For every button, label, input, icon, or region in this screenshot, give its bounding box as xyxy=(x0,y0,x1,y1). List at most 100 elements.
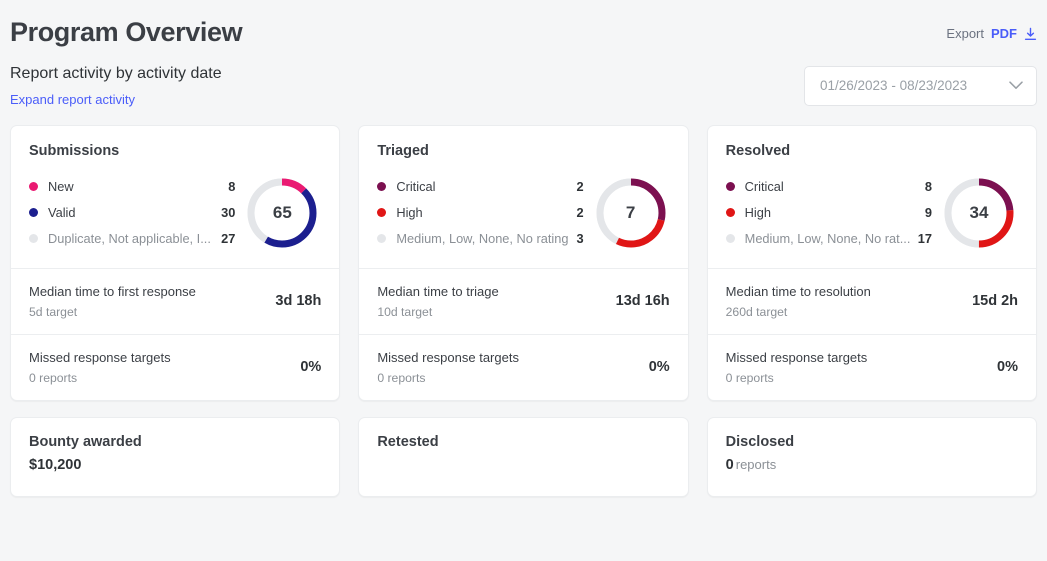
legend: Critical 2 High 2 Medium, Low, None, No … xyxy=(377,174,591,252)
legend-dot-icon xyxy=(377,182,386,191)
metric-text-group: Missed response targets 0 reports xyxy=(29,349,171,385)
metric-sublabel: 0 reports xyxy=(377,371,519,385)
donut-total: 65 xyxy=(243,174,321,252)
metric-text-group: Missed response targets 0 reports xyxy=(726,349,868,385)
legend-value: 8 xyxy=(228,179,235,194)
summary-card: Resolved Critical 8 High 9 Medium, Low, … xyxy=(707,125,1037,401)
metric-value: 0% xyxy=(987,359,1018,375)
legend-label: Duplicate, Not applicable, I... xyxy=(48,231,215,246)
bottom-card: Retested xyxy=(358,417,688,497)
metric-row: Median time to resolution 260d target 15… xyxy=(708,269,1036,335)
donut-total: 34 xyxy=(940,174,1018,252)
legend-dot-icon xyxy=(726,182,735,191)
bottom-cards-row: Bounty awarded $10,200 Retested Disclose… xyxy=(10,417,1037,497)
bottom-card-unit: reports xyxy=(736,457,776,472)
legend-dot-icon xyxy=(726,234,735,243)
export-pdf-link[interactable]: PDF xyxy=(991,26,1017,41)
legend-row: Medium, Low, None, No rating 3 xyxy=(377,226,583,252)
summary-card: Triaged Critical 2 High 2 Medium, Low, N… xyxy=(358,125,688,401)
legend-value: 30 xyxy=(221,205,235,220)
legend-row: High 2 xyxy=(377,200,583,226)
legend-row: Medium, Low, None, No rat... 17 xyxy=(726,226,932,252)
legend-dot-icon xyxy=(29,208,38,217)
legend-value: 27 xyxy=(221,231,235,246)
metric-label: Missed response targets xyxy=(726,349,868,368)
legend-label: High xyxy=(745,205,919,220)
bottom-card-value-row: 0reports xyxy=(726,457,1018,473)
legend-dot-icon xyxy=(726,208,735,217)
card-summary-body: Critical 2 High 2 Medium, Low, None, No … xyxy=(377,174,669,252)
card-title: Submissions xyxy=(29,143,321,159)
card-summary-body: Critical 8 High 9 Medium, Low, None, No … xyxy=(726,174,1018,252)
metric-value: 13d 16h xyxy=(606,293,670,309)
metric-sublabel: 0 reports xyxy=(29,371,171,385)
metric-label: Median time to triage xyxy=(377,283,498,302)
expand-report-activity-link[interactable]: Expand report activity xyxy=(10,92,135,107)
date-range-select[interactable]: 01/26/2023 - 08/23/2023 xyxy=(804,66,1037,106)
report-activity-subtitle: Report activity by activity date xyxy=(10,64,222,83)
legend-label: New xyxy=(48,179,222,194)
bottom-card: Bounty awarded $10,200 xyxy=(10,417,340,497)
legend-label: Medium, Low, None, No rating xyxy=(396,231,570,246)
bottom-card-value-row: $10,200 xyxy=(29,457,321,473)
metric-row: Missed response targets 0 reports 0% xyxy=(708,335,1036,400)
legend: New 8 Valid 30 Duplicate, Not applicable… xyxy=(29,174,243,252)
card-title: Triaged xyxy=(377,143,669,159)
card-summary-section: Triaged Critical 2 High 2 Medium, Low, N… xyxy=(359,126,687,269)
metric-sublabel: 10d target xyxy=(377,305,498,319)
download-icon[interactable] xyxy=(1024,27,1037,41)
legend-value: 2 xyxy=(577,205,584,220)
legend-label: Critical xyxy=(745,179,919,194)
metric-label: Missed response targets xyxy=(29,349,171,368)
export-label: Export xyxy=(946,26,984,41)
card-summary-section: Submissions New 8 Valid 30 Duplicate, No… xyxy=(11,126,339,269)
legend-dot-icon xyxy=(377,234,386,243)
metric-row: Median time to triage 10d target 13d 16h xyxy=(359,269,687,335)
donut-chart: 65 xyxy=(243,174,321,252)
metric-text-group: Missed response targets 0 reports xyxy=(377,349,519,385)
bottom-card-value: $10,200 xyxy=(29,457,81,473)
legend-dot-icon xyxy=(29,234,38,243)
metric-label: Missed response targets xyxy=(377,349,519,368)
metric-text-group: Median time to first response 5d target xyxy=(29,283,196,319)
legend-row: Duplicate, Not applicable, I... 27 xyxy=(29,226,235,252)
legend-label: High xyxy=(396,205,570,220)
bottom-card-title: Bounty awarded xyxy=(29,434,321,450)
metric-value: 0% xyxy=(639,359,670,375)
metric-text-group: Median time to triage 10d target xyxy=(377,283,498,319)
metric-sublabel: 260d target xyxy=(726,305,871,319)
bottom-card-title: Disclosed xyxy=(726,434,1018,450)
subheader: Report activity by activity date Expand … xyxy=(10,64,1037,109)
metric-label: Median time to resolution xyxy=(726,283,871,302)
legend-value: 2 xyxy=(577,179,584,194)
subheader-text-group: Report activity by activity date Expand … xyxy=(10,64,222,109)
metric-text-group: Median time to resolution 260d target xyxy=(726,283,871,319)
donut-chart: 7 xyxy=(592,174,670,252)
metric-value: 3d 18h xyxy=(265,293,321,309)
legend-value: 3 xyxy=(577,231,584,246)
legend-value: 8 xyxy=(925,179,932,194)
legend-dot-icon xyxy=(377,208,386,217)
legend-row: New 8 xyxy=(29,174,235,200)
program-overview-page: Program Overview Export PDF Report activ… xyxy=(0,0,1047,497)
donut-total: 7 xyxy=(592,174,670,252)
metric-value: 15d 2h xyxy=(962,293,1018,309)
legend-row: Critical 2 xyxy=(377,174,583,200)
bottom-card: Disclosed 0reports xyxy=(707,417,1037,497)
legend-row: Critical 8 xyxy=(726,174,932,200)
metric-sublabel: 0 reports xyxy=(726,371,868,385)
metric-row: Median time to first response 5d target … xyxy=(11,269,339,335)
date-range-value: 01/26/2023 - 08/23/2023 xyxy=(820,78,967,93)
bottom-card-value: 0 xyxy=(726,457,734,473)
legend: Critical 8 High 9 Medium, Low, None, No … xyxy=(726,174,940,252)
page-title: Program Overview xyxy=(10,18,242,48)
legend-dot-icon xyxy=(29,182,38,191)
summary-cards-row: Submissions New 8 Valid 30 Duplicate, No… xyxy=(10,125,1037,401)
metric-row: Missed response targets 0 reports 0% xyxy=(11,335,339,400)
summary-card: Submissions New 8 Valid 30 Duplicate, No… xyxy=(10,125,340,401)
bottom-card-title: Retested xyxy=(377,434,669,450)
legend-label: Medium, Low, None, No rat... xyxy=(745,231,912,246)
header: Program Overview Export PDF xyxy=(10,18,1037,48)
donut-chart: 34 xyxy=(940,174,1018,252)
legend-row: Valid 30 xyxy=(29,200,235,226)
